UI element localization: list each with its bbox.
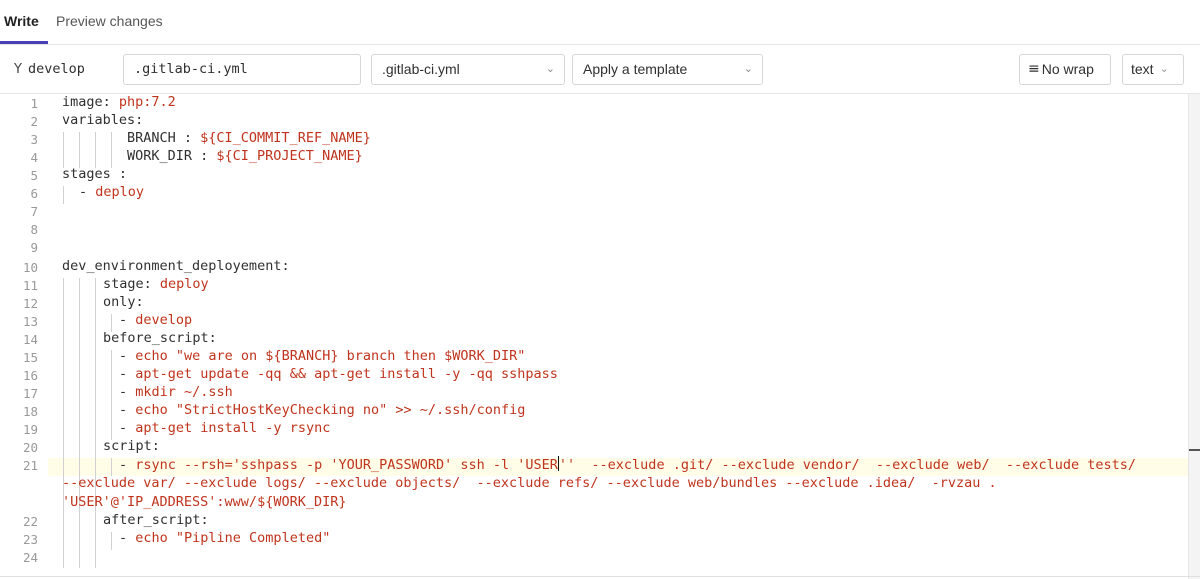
filename-input[interactable]: .gitlab-ci.yml	[123, 54, 361, 85]
indent-guide	[111, 532, 112, 550]
no-wrap-label: No wrap	[1041, 61, 1094, 77]
code-line: - deploy	[79, 184, 145, 200]
indent-guide	[111, 350, 112, 440]
indent-guide	[95, 132, 96, 168]
line-number: 5	[30, 168, 38, 183]
branch-name: develop	[27, 61, 85, 77]
editor-mode-dropdown[interactable]: text ⌄	[1122, 54, 1184, 85]
code-line: - echo "we are on ${BRANCH} branch then …	[119, 348, 526, 364]
code-line: - mkdir ~/.ssh	[119, 384, 233, 400]
line-number: 11	[22, 278, 38, 293]
branch-label: Y develop	[14, 61, 85, 77]
indent-guide	[63, 278, 64, 568]
code-line: WORK_DIR : ${CI_PROJECT_NAME}	[127, 148, 363, 164]
line-number: 19	[22, 422, 38, 437]
code-line: stage: deploy	[103, 276, 209, 292]
line-number: 7	[30, 204, 38, 219]
line-number: 12	[22, 296, 38, 311]
chevron-down-icon: ⌄	[743, 63, 753, 75]
wrap-lines-icon: ≡	[1028, 61, 1040, 77]
code-line: only:	[103, 294, 144, 310]
template-type-select[interactable]: .gitlab-ci.yml ⌄	[371, 54, 565, 85]
line-number: 1	[30, 96, 38, 111]
indent-guide	[111, 458, 112, 476]
code-line: variables:	[62, 112, 144, 128]
editor-mode-label: text	[1131, 61, 1154, 77]
line-number: 22	[22, 514, 38, 529]
chevron-down-icon: ⌄	[1159, 63, 1169, 75]
code-line: after_script:	[103, 512, 209, 528]
line-number: 3	[30, 132, 38, 147]
code-line-wrapped: --exclude var/ --exclude logs/ --exclude…	[62, 475, 997, 491]
active-tab-indicator	[0, 41, 48, 44]
indent-guide	[63, 132, 64, 168]
line-number: 13	[22, 314, 38, 329]
indent-guide	[79, 132, 80, 168]
tab-preview-changes[interactable]: Preview changes	[56, 13, 163, 29]
line-number: 20	[22, 440, 38, 455]
code-line: stages :	[62, 166, 128, 182]
code-line: - apt-get update -qq && apt-get install …	[119, 366, 558, 382]
code-line: - rsync --rsh='sshpass -p 'YOUR_PASSWORD…	[119, 456, 1136, 473]
indent-guide	[63, 186, 64, 204]
chevron-down-icon: ⌄	[545, 63, 555, 75]
editor-bottom-border	[0, 576, 1200, 577]
code-editor[interactable]: 1 2 3 4 5 6 7 8 9 10 11 12 13 14 15 16 1…	[0, 94, 1188, 579]
line-number: 21	[22, 458, 38, 473]
line-number: 2	[30, 114, 38, 129]
scrollbar-thumb[interactable]	[1189, 449, 1200, 451]
line-number: 16	[22, 368, 38, 383]
code-line: - develop	[119, 312, 193, 328]
line-number: 18	[22, 404, 38, 419]
code-line-wrapped: 'USER'@'IP_ADDRESS':www/${WORK_DIR}	[62, 494, 347, 510]
tab-write[interactable]: Write	[4, 13, 39, 29]
code-line: dev_environment_deployement:	[62, 258, 290, 274]
line-number: 24	[22, 550, 38, 565]
apply-template-label: Apply a template	[583, 61, 688, 77]
code-line: - echo "StrictHostKeyChecking no" >> ~/.…	[119, 402, 526, 418]
line-number: 8	[30, 222, 38, 237]
line-number: 9	[30, 240, 38, 255]
line-number: 10	[22, 260, 38, 275]
code-line: before_script:	[103, 330, 217, 346]
template-type-value: .gitlab-ci.yml	[382, 61, 460, 77]
indent-guide	[111, 132, 112, 168]
line-number: 15	[22, 350, 38, 365]
fork-branch-icon: Y	[14, 61, 22, 77]
line-number: 14	[22, 332, 38, 347]
vertical-scrollbar[interactable]	[1188, 94, 1200, 579]
indent-guide	[79, 278, 80, 568]
code-line: - echo "Pipline Completed"	[119, 530, 331, 546]
line-number: 23	[22, 532, 38, 547]
no-wrap-button[interactable]: ≡ No wrap	[1019, 54, 1111, 85]
code-line: - apt-get install -y rsync	[119, 420, 331, 436]
file-toolbar: Y develop .gitlab-ci.yml .gitlab-ci.yml …	[0, 45, 1200, 94]
apply-template-select[interactable]: Apply a template ⌄	[572, 54, 763, 85]
code-line: script:	[103, 438, 160, 454]
editor-tabs: Write Preview changes	[0, 0, 1200, 45]
indent-guide	[95, 278, 96, 568]
line-number: 4	[30, 150, 38, 165]
code-line: image: php:7.2	[62, 94, 176, 110]
line-number: 6	[30, 186, 38, 201]
line-number: 17	[22, 386, 38, 401]
code-line: BRANCH : ${CI_COMMIT_REF_NAME}	[127, 130, 371, 146]
